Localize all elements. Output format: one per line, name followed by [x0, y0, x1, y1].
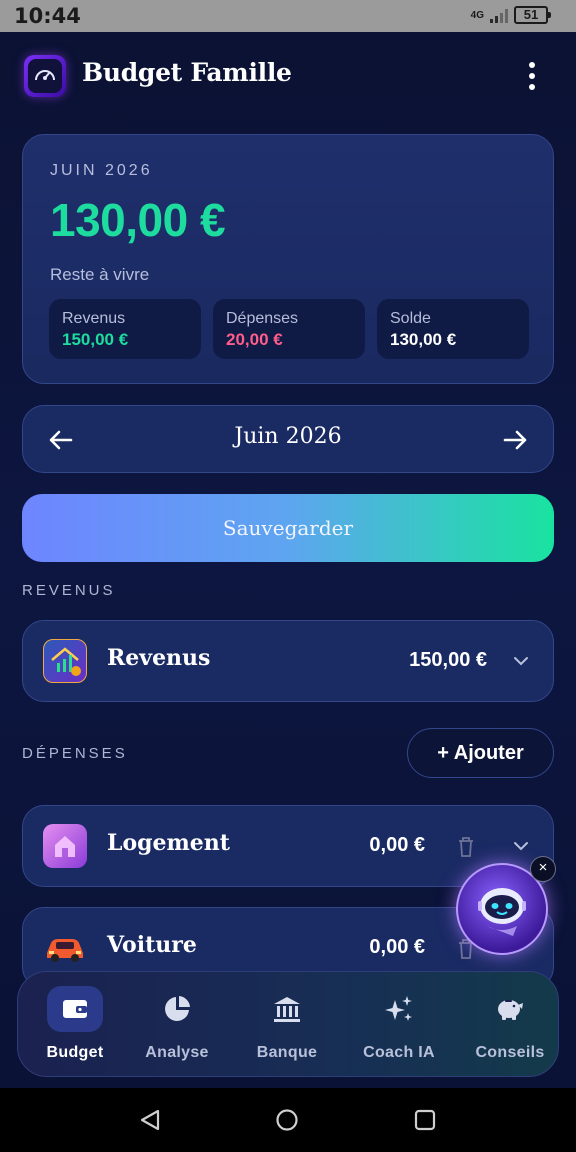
bank-icon [259, 986, 315, 1032]
stat-label: Revenus [62, 310, 126, 327]
app-logo-icon [24, 55, 66, 97]
home-icon[interactable] [275, 1108, 299, 1132]
nav-item-budget[interactable]: Budget [20, 972, 130, 1078]
category-row-revenus[interactable]: Revenus 150,00 € [22, 620, 554, 702]
app-screen: Budget Famille JUIN 2026 130,00 € Reste … [0, 32, 576, 1088]
stat-label: Solde [390, 310, 431, 327]
piggy-bank-icon [482, 986, 538, 1032]
nav-item-conseils[interactable]: Conseils [455, 972, 565, 1078]
app-header: Budget Famille [0, 32, 576, 118]
category-name: Logement [107, 830, 230, 856]
stat-value: 130,00 € [390, 330, 457, 349]
house-icon [43, 824, 87, 868]
category-name: Voiture [107, 932, 197, 958]
car-icon [43, 926, 87, 970]
stat-revenus: Revenus 150,00 € [49, 299, 201, 359]
month-navigator: Juin 2026 [22, 405, 554, 473]
signal-icon [490, 7, 508, 23]
remaining-amount: 130,00 € [50, 194, 226, 246]
stat-label: Dépenses [226, 310, 299, 327]
arrow-right-icon[interactable] [501, 426, 529, 454]
stat-value: 20,00 € [226, 330, 283, 349]
nav-item-coach[interactable]: Coach IA [344, 972, 454, 1078]
remaining-label: Reste à vivre [50, 265, 150, 284]
back-icon[interactable] [138, 1108, 162, 1132]
nav-item-banque[interactable]: Banque [232, 972, 342, 1078]
section-title-revenus: REVENUS [22, 582, 116, 599]
chevron-down-icon[interactable] [513, 653, 529, 669]
nav-label: Coach IA [363, 1044, 435, 1061]
pie-chart-icon [149, 986, 205, 1032]
system-navigation-bar [0, 1088, 576, 1152]
income-chart-icon [43, 639, 87, 683]
category-amount: 150,00 € [409, 649, 487, 671]
wallet-icon [47, 986, 103, 1032]
add-expense-button[interactable]: + Ajouter [407, 728, 554, 778]
bottom-navigation: Budget Analyse Banque Coach IA Conseils [17, 971, 559, 1077]
stat-solde: Solde 130,00 € [377, 299, 529, 359]
stat-value: 150,00 € [62, 330, 129, 349]
category-name: Revenus [107, 645, 211, 671]
category-amount: 0,00 € [369, 936, 425, 958]
battery-icon: 51 [514, 6, 551, 24]
status-indicators: 4G 51 [470, 6, 551, 24]
app-title: Budget Famille [82, 58, 292, 87]
nav-label: Banque [256, 1044, 318, 1061]
more-vert-icon[interactable] [528, 62, 536, 90]
nav-label: Budget [46, 1044, 104, 1061]
category-amount: 0,00 € [369, 834, 425, 856]
nav-item-analyse[interactable]: Analyse [122, 972, 232, 1078]
nav-label: Conseils [475, 1044, 545, 1061]
network-type: 4G [470, 9, 484, 21]
save-button[interactable]: Sauvegarder [22, 494, 554, 562]
summary-card: JUIN 2026 130,00 € Reste à vivre Revenus… [22, 134, 554, 384]
trash-icon[interactable] [457, 836, 475, 858]
recents-icon[interactable] [414, 1109, 436, 1131]
section-title-depenses: DÉPENSES [22, 745, 128, 762]
sparkles-icon [371, 986, 427, 1032]
nav-label: Analyse [145, 1044, 209, 1061]
chevron-down-icon[interactable] [513, 838, 529, 854]
summary-month: JUIN 2026 [50, 162, 153, 179]
close-assistant-button[interactable]: × [530, 856, 556, 882]
current-month: Juin 2026 [234, 424, 342, 449]
stat-depenses: Dépenses 20,00 € [213, 299, 365, 359]
status-bar: 10:44 4G 51 [0, 0, 576, 32]
status-time: 10:44 [14, 4, 81, 28]
